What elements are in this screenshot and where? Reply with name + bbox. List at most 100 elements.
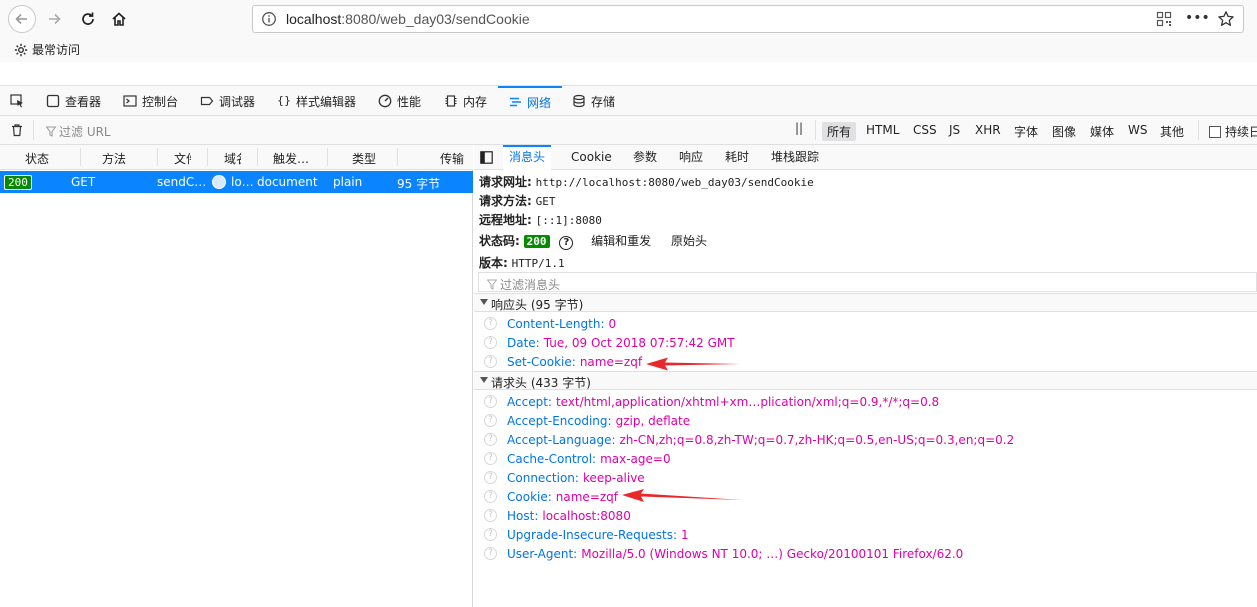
tab-style-editor[interactable]: {} 样式编辑器 — [277, 86, 356, 116]
header-row[interactable]: ? Cookie: name=zqf — [484, 487, 618, 506]
filter-js[interactable]: JS — [944, 122, 965, 138]
gear-icon — [14, 43, 28, 56]
header-row[interactable]: ? Connection: keep-alive — [484, 468, 645, 487]
help-icon[interactable]: ? — [484, 490, 497, 503]
page-actions-icon[interactable]: ••• — [1185, 10, 1210, 26]
filter-other[interactable]: 其他 — [1155, 122, 1189, 141]
request-method-line: 请求方法: GET — [479, 192, 556, 209]
request-headers-section[interactable]: 请求头 (433 字节) — [474, 371, 1257, 390]
header-row[interactable]: ? Set-Cookie: name=zqf — [484, 352, 642, 371]
header-value: Mozilla/5.0 (Windows NT 10.0; …) Gecko/2… — [581, 546, 964, 561]
column-type[interactable]: 类型 — [352, 150, 376, 167]
help-icon[interactable]: ? — [559, 236, 574, 250]
tab-headers[interactable]: 消息头 — [503, 145, 552, 170]
url-text: localhost:8080/web_day03/sendCookie — [286, 11, 530, 27]
url-bar[interactable]: localhost:8080/web_day03/sendCookie ••• — [252, 5, 1244, 33]
help-icon[interactable]: ? — [484, 414, 497, 427]
response-headers-section[interactable]: 响应头 (95 字节) — [474, 293, 1257, 312]
header-row[interactable]: ? Upgrade-Insecure-Requests: 1 — [484, 525, 689, 544]
tab-console[interactable]: 控制台 — [123, 86, 178, 116]
raw-headers-button[interactable]: 原始头 — [671, 234, 707, 248]
info-icon[interactable] — [261, 11, 277, 30]
back-button[interactable] — [8, 5, 36, 33]
filter-fonts[interactable]: 字体 — [1009, 122, 1043, 141]
header-row[interactable]: ? Date: Tue, 09 Oct 2018 07:57:42 GMT — [484, 333, 735, 352]
request-url-value: http://localhost:8080/web_day03/sendCook… — [535, 176, 814, 189]
filter-xhr[interactable]: XHR — [970, 122, 1006, 138]
toggle-sidebar-icon[interactable] — [480, 151, 493, 167]
help-icon[interactable]: ? — [484, 336, 497, 349]
clear-trash-icon[interactable] — [10, 123, 24, 140]
tab-network[interactable]: 网络 — [498, 86, 562, 116]
help-icon[interactable]: ? — [484, 509, 497, 522]
pause-button[interactable]: || — [795, 121, 803, 135]
bookmark-most-visited[interactable]: 最常访问 — [14, 41, 80, 58]
tab-label: 控制台 — [142, 94, 179, 109]
filter-images[interactable]: 图像 — [1047, 122, 1081, 141]
persist-logs-toggle[interactable]: 持续日 — [1209, 123, 1257, 140]
header-name: Cookie: — [507, 489, 552, 504]
remote-address-value: [::1]:8080 — [535, 214, 602, 227]
devtools-toolbar: 查看器 控制台 调试器 {} 样式编辑器 性能 内存 网络 存储 — [0, 86, 1257, 116]
help-icon[interactable]: ? — [484, 528, 497, 541]
tab-params[interactable]: 参数 — [627, 145, 663, 170]
help-icon[interactable]: ? — [484, 317, 497, 330]
column-domain[interactable]: 域名 — [224, 150, 241, 167]
home-icon — [112, 12, 126, 26]
reload-button[interactable] — [74, 5, 102, 33]
reload-icon — [82, 12, 94, 25]
header-name: Upgrade-Insecure-Requests: — [507, 527, 678, 542]
details-tab-bar: 消息头 Cookie 参数 响应 耗时 堆栈跟踪 — [474, 145, 1257, 170]
memory-icon — [445, 95, 457, 107]
filter-ws[interactable]: WS — [1123, 122, 1152, 138]
column-file[interactable]: 文件 — [174, 150, 191, 167]
column-cause[interactable]: 触发… — [273, 150, 309, 167]
filter-css[interactable]: CSS — [908, 122, 942, 138]
home-button[interactable] — [105, 5, 133, 33]
tab-performance[interactable]: 性能 — [378, 86, 421, 116]
header-value: keep-alive — [582, 470, 645, 485]
filter-all[interactable]: 所有 — [822, 122, 857, 141]
header-row[interactable]: ? Accept-Encoding: gzip, deflate — [484, 411, 690, 430]
help-icon[interactable]: ? — [484, 471, 497, 484]
url-filter-input[interactable]: 过滤 URL — [46, 123, 111, 140]
bookmark-label: 最常访问 — [32, 43, 81, 57]
header-row[interactable]: ? User-Agent: Mozilla/5.0 (Windows NT 10.0… — [484, 544, 963, 563]
qr-code-icon[interactable] — [1156, 11, 1172, 30]
tab-memory[interactable]: 内存 — [444, 86, 487, 116]
help-icon[interactable]: ? — [484, 547, 497, 560]
header-row[interactable]: ? Content-Length: 0 — [484, 314, 616, 333]
filter-html[interactable]: HTML — [861, 122, 904, 138]
column-status[interactable]: 状态 — [25, 150, 49, 167]
bookmark-star-icon[interactable] — [1217, 10, 1235, 31]
tab-stack-trace[interactable]: 堆栈跟踪 — [765, 145, 825, 170]
forward-button[interactable] — [40, 5, 68, 33]
tab-debugger[interactable]: 调试器 — [200, 86, 255, 116]
headers-filter-input[interactable]: 过滤消息头 — [478, 272, 1257, 292]
style-editor-icon: {} — [277, 94, 291, 107]
table-row[interactable]: 200 GET sendC… lo… document plain 95 字节 — [0, 171, 473, 193]
filter-media[interactable]: 媒体 — [1085, 122, 1119, 141]
help-icon[interactable]: ? — [484, 433, 497, 446]
help-icon[interactable]: ? — [484, 395, 497, 408]
header-row[interactable]: ? Accept: text/html,application/xhtml+xm…p… — [484, 392, 939, 411]
network-filter-bar: 过滤 URL || 所有 HTML CSS JS XHR 字体 图像 媒体 WS… — [0, 116, 1257, 145]
tab-inspector[interactable]: 查看器 — [46, 86, 101, 116]
element-picker-button[interactable] — [10, 86, 25, 116]
column-method[interactable]: 方法 — [102, 150, 126, 167]
tab-cookies[interactable]: Cookie — [565, 145, 618, 170]
header-row[interactable]: ? Accept-Language: zh-CN,zh;q=0.8,zh-TW;q=… — [484, 430, 1014, 449]
column-transferred[interactable]: 传输 — [440, 150, 470, 167]
tab-response[interactable]: 响应 — [673, 145, 709, 170]
header-row[interactable]: ? Cache-Control: max-age=0 — [484, 449, 671, 468]
element-picker-icon — [10, 93, 23, 107]
tab-timings[interactable]: 耗时 — [719, 145, 755, 170]
edit-resend-button[interactable]: 编辑和重发 — [591, 234, 651, 248]
persist-checkbox[interactable] — [1209, 125, 1221, 138]
help-icon[interactable]: ? — [484, 452, 497, 465]
version-value: HTTP/1.1 — [511, 257, 565, 270]
header-row[interactable]: ? Host: localhost:8080 — [484, 506, 631, 525]
tab-storage[interactable]: 存储 — [572, 86, 615, 116]
section-title: 响应头 (95 字节) — [491, 298, 584, 312]
help-icon[interactable]: ? — [484, 355, 497, 368]
